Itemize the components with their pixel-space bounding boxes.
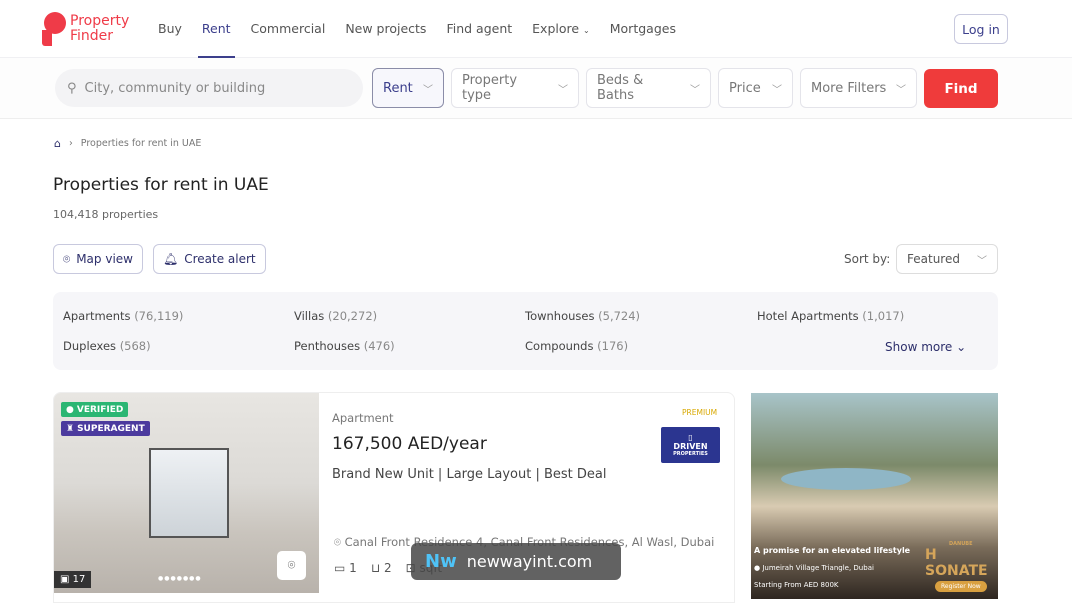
page-title: Properties for rent in UAE — [53, 175, 269, 195]
chevron-down-icon: ﹀ — [896, 84, 906, 96]
chevron-right-icon: › — [68, 138, 73, 149]
property-count: 104,418 properties — [53, 208, 159, 221]
property-type-links: Apartments (76,119) Villas (20,272) Town… — [53, 292, 998, 370]
nav-commercial[interactable]: Commercial — [251, 0, 326, 58]
logo-text: Property Finder — [70, 13, 130, 44]
nav-find-agent[interactable]: Find agent — [446, 0, 512, 58]
listing-price: 167,500 AED/year — [332, 434, 487, 454]
ad-price: Starting From AED 800K — [754, 581, 839, 589]
map-pin-icon: ⌾ — [334, 535, 341, 549]
show-more-label: Show more — [885, 340, 953, 354]
nav-mortgages[interactable]: Mortgages — [610, 0, 676, 58]
create-alert-button[interactable]: 🔔︎ Create alert — [153, 244, 266, 274]
nav-rent[interactable]: Rent — [197, 0, 235, 58]
beds-baths-select[interactable]: Beds & Baths ﹀ — [586, 68, 711, 108]
map-pin-button[interactable]: ⌾ — [277, 551, 306, 580]
show-more-button[interactable]: Show more ⌄ — [885, 340, 966, 354]
trophy-icon: ♜ — [66, 423, 75, 434]
property-type-select[interactable]: Property type ﹀ — [451, 68, 579, 108]
premium-label: PREMIUM — [682, 408, 718, 417]
home-icon[interactable]: ⌂ — [54, 137, 61, 150]
search-input[interactable]: ⚲ City, community or building — [55, 69, 363, 107]
more-filters-label: More Filters — [811, 80, 887, 96]
logo-icon — [42, 12, 66, 46]
carousel-dots[interactable]: ●●●●●●● — [158, 575, 202, 582]
advertisement-banner[interactable]: A promise for an elevated lifestyle ● Ju… — [751, 393, 998, 599]
logo[interactable]: Property Finder — [42, 12, 140, 46]
nav-explore[interactable]: Explore ⌄ — [532, 0, 590, 58]
type-link[interactable]: Townhouses (5,724) — [525, 309, 640, 323]
search-placeholder: City, community or building — [84, 80, 266, 96]
bathrooms: ⊔ 2 — [370, 561, 392, 575]
agency-logo[interactable]: ▯ DRIVEN PROPERTIES — [661, 427, 720, 463]
type-link[interactable]: Duplexes (568) — [63, 339, 151, 353]
login-button[interactable]: Log in — [954, 14, 1008, 44]
type-link[interactable]: Compounds (176) — [525, 339, 628, 353]
ad-headline: A promise for an elevated lifestyle — [754, 546, 911, 555]
type-link[interactable]: Apartments (76,119) — [63, 309, 183, 323]
price-select[interactable]: Price ﹀ — [718, 68, 793, 108]
nav-new-projects[interactable]: New projects — [345, 0, 426, 58]
find-button[interactable]: Find — [924, 69, 998, 108]
register-now-button[interactable]: Register Now — [935, 581, 987, 592]
create-alert-label: Create alert — [184, 252, 256, 266]
breadcrumb: ⌂ › Properties for rent in UAE — [54, 137, 201, 150]
purpose-label: Rent — [383, 80, 413, 96]
listing-photo[interactable]: ● VERIFIED ♜ SUPERAGENT ▣ 17 ●●●●●●● ⌾ — [54, 393, 319, 593]
verified-badge: ● VERIFIED — [61, 402, 129, 417]
chevron-down-icon: ⌄ — [583, 26, 590, 35]
chevron-down-icon: ﹀ — [558, 84, 568, 96]
camera-icon: ▣ — [60, 574, 70, 585]
sort-value: Featured — [907, 252, 960, 266]
type-link[interactable]: Villas (20,272) — [294, 309, 377, 323]
price-label: Price — [729, 80, 761, 96]
property-type-label: Property type — [462, 73, 518, 103]
bath-icon: ⊔ — [370, 561, 381, 575]
chevron-down-icon: ﹀ — [977, 255, 987, 267]
ad-image-pool — [781, 468, 911, 490]
listing-type: Apartment — [332, 411, 394, 425]
type-link[interactable]: Penthouses (476) — [294, 339, 395, 353]
photo-window — [149, 448, 229, 538]
chevron-down-icon: ﹀ — [423, 84, 433, 96]
building-icon: ▯ — [688, 433, 693, 442]
type-link[interactable]: Hotel Apartments (1,017) — [757, 309, 904, 323]
map-pin-icon: ⌾ — [287, 558, 296, 573]
more-filters-select[interactable]: More Filters ﹀ — [800, 68, 917, 108]
sort-select[interactable]: Featured ﹀ — [896, 244, 998, 274]
chevron-down-icon: ﹀ — [772, 84, 782, 96]
bell-icon: 🔔︎ — [163, 252, 179, 266]
map-pin-icon: ⌾ — [63, 251, 71, 266]
bed-icon: ▭ — [334, 561, 346, 575]
map-pin-icon: ● — [754, 564, 761, 572]
listing-card[interactable]: ● VERIFIED ♜ SUPERAGENT ▣ 17 ●●●●●●● ⌾ Apa… — [53, 392, 735, 603]
nav-explore-label: Explore — [532, 21, 580, 36]
superagent-badge: ♜ SUPERAGENT — [61, 421, 150, 436]
breadcrumb-current: Properties for rent in UAE — [80, 138, 202, 149]
ad-brand: DANUBE H SONATE — [925, 541, 988, 579]
photo-count: ▣ 17 — [54, 571, 92, 588]
watermark: Nw newwayint.com — [411, 543, 621, 580]
top-nav: Property Finder Buy Rent Commercial New … — [0, 0, 1072, 58]
sort-label: Sort by: — [844, 252, 891, 266]
listing-title[interactable]: Brand New Unit | Large Layout | Best Dea… — [332, 467, 607, 482]
bedrooms: ▭ 1 — [334, 561, 357, 575]
purpose-select[interactable]: Rent ﹀ — [372, 68, 444, 108]
ad-location: ● Jumeirah Village Triangle, Dubai — [754, 564, 874, 572]
search-icon: ⚲ — [67, 80, 77, 96]
beds-baths-label: Beds & Baths — [597, 73, 644, 103]
chevron-down-icon: ⌄ — [956, 340, 967, 354]
nav-buy[interactable]: Buy — [158, 0, 182, 58]
map-view-button[interactable]: ⌾ Map view — [53, 244, 143, 274]
shield-icon: ● — [66, 404, 74, 415]
map-view-label: Map view — [76, 252, 133, 266]
chevron-down-icon: ﹀ — [690, 84, 700, 96]
